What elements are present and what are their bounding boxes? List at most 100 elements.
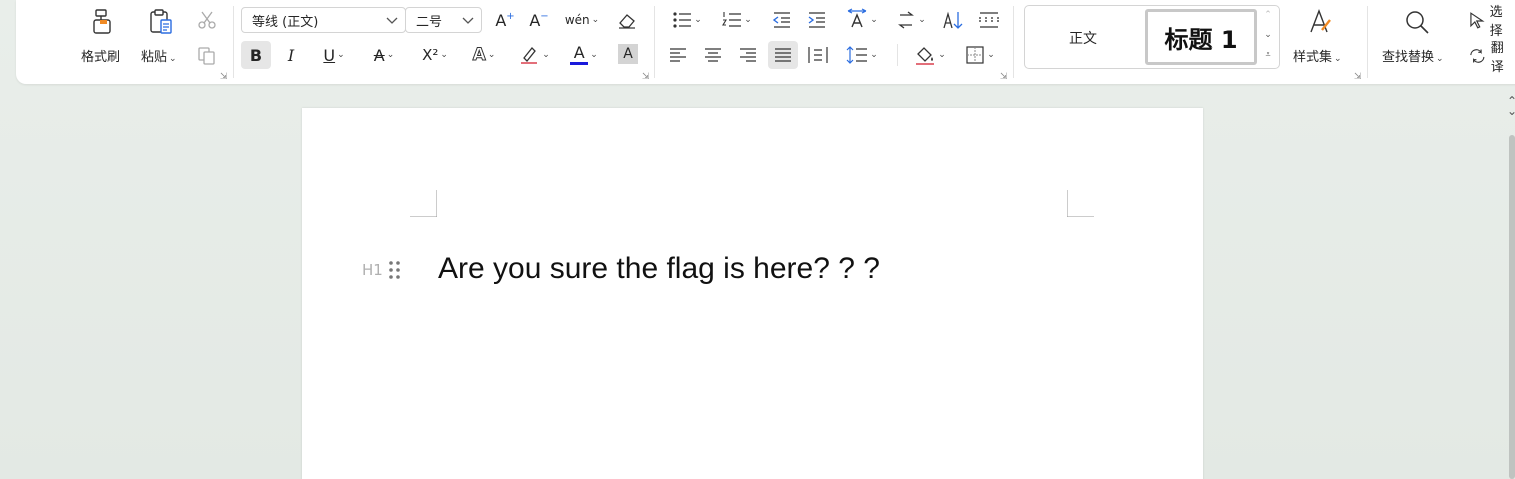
- margin-corner-mark: [1067, 190, 1094, 217]
- underline-button[interactable]: U ⌄: [314, 41, 354, 69]
- gallery-expand-icon[interactable]: ⩡: [1261, 50, 1275, 60]
- style-heading-1[interactable]: 标题 1: [1145, 9, 1257, 65]
- superscript-button[interactable]: X² ⌄: [414, 41, 456, 69]
- copy-button[interactable]: [196, 44, 218, 68]
- font-size-value: 二号: [416, 14, 443, 30]
- style-set-label[interactable]: 样式集 ⌄: [1293, 46, 1342, 65]
- font-color-swatch: [570, 61, 589, 65]
- text-direction-button[interactable]: ⌄: [892, 8, 930, 32]
- chevron-down-icon: ⌄: [918, 15, 926, 25]
- bullets-button[interactable]: ⌄: [668, 8, 706, 32]
- line-spacing-button[interactable]: ⌄: [842, 41, 882, 69]
- numbering-button[interactable]: ⌄: [718, 8, 756, 32]
- find-replace-label[interactable]: 查找替换 ⌄: [1382, 46, 1444, 65]
- minus-icon: −: [540, 10, 549, 22]
- shrink-font-button[interactable]: A −: [526, 8, 552, 32]
- shading-button[interactable]: ⌄: [910, 41, 950, 69]
- italic-button[interactable]: I: [278, 41, 304, 69]
- styles-dialog-launcher-icon[interactable]: ⇲: [1354, 72, 1362, 82]
- character-shading-button[interactable]: A: [618, 44, 638, 64]
- highlight-color-button[interactable]: ⌄: [514, 41, 554, 69]
- translate-button[interactable]: 翻译: [1468, 41, 1515, 75]
- justify-button[interactable]: [768, 41, 798, 69]
- text-direction-icon: [898, 11, 915, 29]
- heading-level-marker: H1: [362, 261, 383, 279]
- clipboard-dialog-launcher-icon[interactable]: ⇲: [220, 72, 228, 82]
- chevron-down-icon: ⌄: [169, 54, 177, 64]
- line-spacing-icon: [846, 46, 868, 64]
- bold-button[interactable]: B: [241, 41, 271, 69]
- spacing-arrows-icon: [847, 8, 867, 28]
- paste-button[interactable]: [144, 6, 178, 38]
- font-name-select[interactable]: 等线 (正文): [241, 7, 406, 33]
- paste-icon: [150, 9, 172, 34]
- gallery-scroll-down-icon[interactable]: ⌄: [1261, 30, 1275, 40]
- chevron-down-icon: ⌄: [386, 50, 395, 60]
- sort-icon: [943, 11, 963, 29]
- align-right-button[interactable]: [734, 41, 762, 69]
- borders-button[interactable]: ⌄: [960, 41, 1000, 69]
- paste-label-text: 粘贴: [141, 50, 168, 65]
- bullet-list-icon: [673, 12, 692, 28]
- font-name-value: 等线 (正文): [252, 14, 319, 30]
- translate-icon: [1470, 49, 1485, 63]
- style-set-icon: [1310, 9, 1331, 33]
- document-page[interactable]: H1 Are you sure the flag is here? ? ?: [302, 108, 1203, 479]
- character-shading-icon: A: [623, 46, 633, 62]
- copy-icon: [198, 47, 215, 65]
- paragraph-dialog-launcher-icon[interactable]: ⇲: [1000, 72, 1008, 82]
- document-heading[interactable]: Are you sure the flag is here? ? ?: [438, 252, 880, 286]
- underline-icon: U: [323, 45, 336, 65]
- chevron-down-icon: ⌄: [542, 50, 550, 60]
- vertical-scrollbar[interactable]: [1509, 135, 1515, 479]
- find-replace-label-text: 查找替换: [1382, 50, 1435, 65]
- character-spacing-button[interactable]: ⌄: [842, 8, 882, 32]
- justify-icon: [775, 48, 791, 62]
- chevron-down-icon: ⌄: [694, 15, 702, 25]
- select-button[interactable]: 选择: [1468, 5, 1515, 39]
- format-painter-icon: [93, 9, 111, 34]
- increase-indent-button[interactable]: [805, 8, 829, 32]
- chevron-down-icon: ⌄: [744, 15, 752, 25]
- sort-button[interactable]: [940, 8, 966, 32]
- margin-corner-mark: [410, 190, 437, 217]
- highlighter-icon: [521, 47, 538, 64]
- font-color-button[interactable]: A ⌄: [564, 41, 604, 69]
- text-effect-icon: A: [472, 45, 486, 66]
- columns-button[interactable]: [976, 8, 1002, 32]
- chevron-down-icon: ⌄: [987, 50, 995, 60]
- search-icon: [1406, 11, 1429, 34]
- character-spacing-icon: [846, 7, 868, 33]
- style-body-text[interactable]: 正文: [1069, 28, 1097, 48]
- distributed-button[interactable]: [804, 41, 832, 69]
- align-left-button[interactable]: [664, 41, 692, 69]
- grow-font-button[interactable]: A +: [492, 8, 518, 32]
- paste-label[interactable]: 粘贴 ⌄: [141, 46, 177, 65]
- bold-icon: B: [249, 45, 263, 65]
- superscript-icon: X²: [422, 46, 439, 64]
- clear-formatting-button[interactable]: [614, 8, 640, 32]
- select-label: 选择: [1489, 5, 1503, 39]
- chevron-down-icon: ⌄: [591, 15, 600, 25]
- strikethrough-button[interactable]: A ⌄: [364, 41, 404, 69]
- collapse-ribbon-icon[interactable]: ⌃ ⌄: [1507, 95, 1515, 117]
- numbered-list-icon: [722, 12, 742, 27]
- grow-font-icon: A: [495, 10, 507, 30]
- style-set-button[interactable]: [1304, 6, 1338, 38]
- table-grid-icon: [979, 12, 999, 28]
- pinyin-guide-button[interactable]: wén ⌄: [562, 6, 602, 34]
- strikethrough-icon: A: [373, 45, 385, 65]
- drag-handle-icon[interactable]: [388, 259, 402, 285]
- align-center-button[interactable]: [699, 41, 727, 69]
- find-replace-button[interactable]: [1400, 6, 1434, 38]
- group-divider: [1367, 6, 1368, 78]
- decrease-indent-button[interactable]: [770, 8, 794, 32]
- gallery-scroll-up-icon[interactable]: ⌃: [1261, 10, 1275, 20]
- format-painter-button[interactable]: [86, 6, 120, 38]
- font-size-select[interactable]: 二号: [405, 7, 482, 33]
- chevron-down-icon: ⌄: [1436, 54, 1444, 64]
- scissors-icon: [198, 11, 216, 29]
- font-dialog-launcher-icon[interactable]: ⇲: [642, 72, 650, 82]
- text-effect-button[interactable]: A ⌄: [464, 41, 504, 69]
- cut-button[interactable]: [196, 8, 218, 32]
